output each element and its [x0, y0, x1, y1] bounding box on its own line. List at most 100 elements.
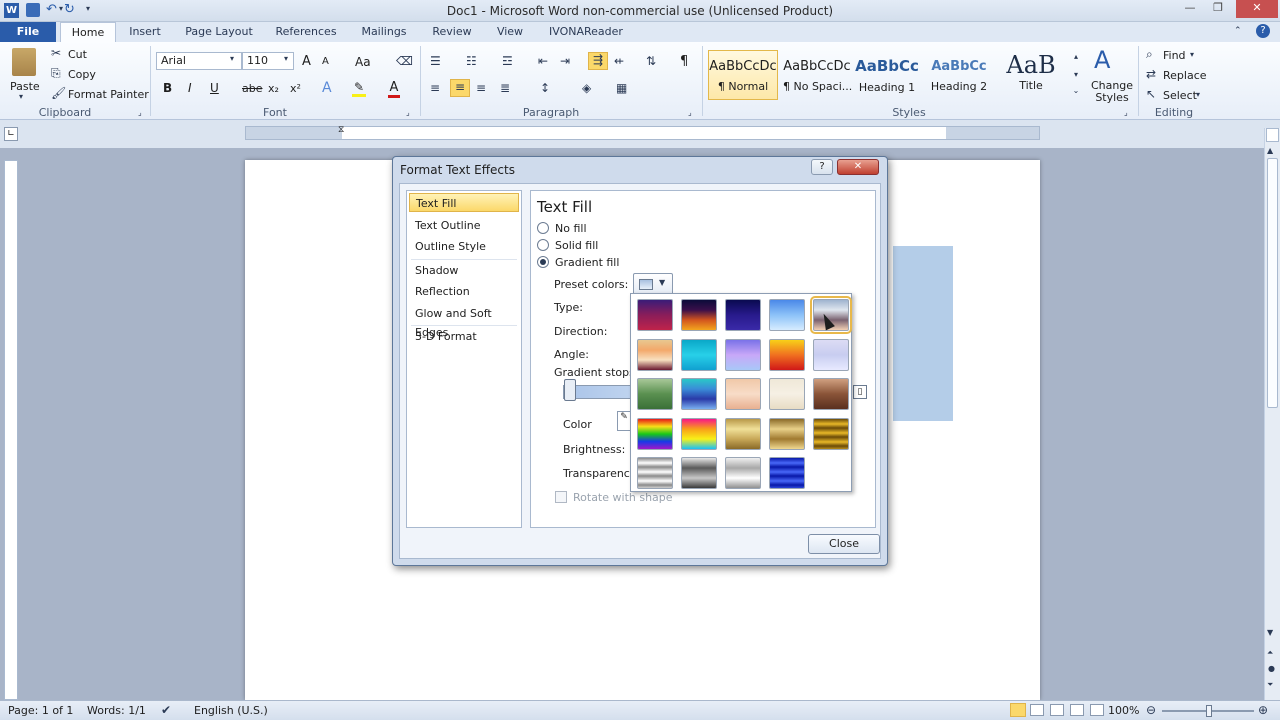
replace-icon[interactable]: ⇄	[1146, 67, 1156, 81]
paste-icon[interactable]	[12, 48, 36, 76]
select-icon[interactable]: ↖	[1146, 87, 1156, 101]
dialog-launcher-icon[interactable]: ⌟	[138, 108, 142, 117]
scroll-down-icon[interactable]: ▼	[1267, 628, 1273, 637]
preset-colors-dropdown[interactable]: ▼	[633, 273, 673, 295]
font-name-dropdown-icon[interactable]: ▾	[230, 54, 234, 63]
vertical-ruler[interactable]	[4, 160, 18, 700]
next-page-icon[interactable]: ⏷	[1267, 680, 1273, 690]
gradient-swatch[interactable]	[769, 417, 805, 450]
tab-selector-icon[interactable]: ∟	[4, 127, 18, 141]
zoom-out-icon[interactable]: ⊖	[1146, 703, 1156, 717]
close-window-button[interactable]: ✕	[1236, 0, 1278, 18]
proofing-icon[interactable]: ✔	[161, 703, 171, 717]
decrease-indent-icon[interactable]: ⇤	[538, 54, 548, 68]
gradient-swatch[interactable]	[637, 378, 673, 410]
select-dropdown-icon[interactable]: ▾	[1196, 90, 1200, 99]
align-left-icon[interactable]: ≡	[430, 81, 440, 95]
scroll-up-icon[interactable]: ▲	[1267, 146, 1273, 155]
paste-dropdown-icon[interactable]: ▾	[19, 92, 23, 101]
borders-icon[interactable]: ▦	[616, 81, 627, 95]
gradient-swatch[interactable]	[725, 338, 761, 371]
underline-button[interactable]: U	[210, 81, 219, 95]
align-center-icon[interactable]: ≡	[450, 79, 470, 97]
solid-fill-label[interactable]: Solid fill	[555, 239, 598, 252]
gradient-stop-handle[interactable]	[564, 379, 576, 401]
solid-fill-radio[interactable]	[537, 239, 549, 251]
gradient-swatch[interactable]	[813, 338, 849, 371]
tab-references[interactable]: References	[268, 22, 344, 42]
justify-icon[interactable]: ≣	[500, 81, 510, 95]
sort-icon[interactable]: ⇅	[646, 54, 656, 68]
web-layout-view-icon[interactable]	[1050, 704, 1064, 716]
horizontal-ruler[interactable]: ⧖	[245, 125, 1040, 140]
multilevel-list-icon[interactable]: ☲	[502, 54, 513, 68]
find-dropdown-icon[interactable]: ▾	[1190, 50, 1194, 59]
gradient-swatch[interactable]	[637, 338, 673, 371]
dialog-launcher-icon[interactable]: ⌟	[688, 108, 692, 117]
gradient-fill-radio[interactable]	[537, 256, 549, 268]
bold-button[interactable]: B	[163, 81, 172, 95]
tab-page-layout[interactable]: Page Layout	[180, 22, 258, 42]
page-count[interactable]: Page: 1 of 1	[8, 704, 73, 717]
styles-more-icon[interactable]: ⌄	[1070, 86, 1082, 95]
style-heading-2[interactable]: AaBbCc Heading 2	[924, 50, 994, 100]
replace-button[interactable]: Replace	[1163, 69, 1207, 82]
language-indicator[interactable]: English (U.S.)	[194, 704, 268, 717]
selected-text-highlight[interactable]	[893, 246, 953, 421]
ruler-toggle-icon[interactable]	[1266, 128, 1279, 142]
font-color-icon[interactable]: A	[388, 80, 400, 98]
nav-text-fill[interactable]: Text Fill	[409, 193, 519, 212]
strikethrough-button[interactable]: abe	[242, 82, 263, 95]
highlight-icon[interactable]: ✎	[352, 80, 366, 97]
change-styles-icon[interactable]: A	[1094, 46, 1110, 74]
print-layout-view-icon[interactable]	[1010, 703, 1026, 717]
cut-button[interactable]: Cut	[68, 48, 87, 61]
gradient-swatch[interactable]	[769, 338, 805, 371]
zoom-slider[interactable]	[1162, 705, 1254, 717]
select-button[interactable]: Select	[1163, 89, 1197, 102]
copy-button[interactable]: Copy	[68, 68, 96, 81]
increase-indent-icon[interactable]: ⇥	[560, 54, 570, 68]
nav-reflection[interactable]: Reflection	[409, 282, 519, 301]
minimize-button[interactable]: —	[1176, 0, 1204, 18]
change-styles-button[interactable]: Change Styles	[1090, 80, 1134, 104]
shrink-font-button[interactable]: A	[322, 56, 329, 67]
remove-stop-icon[interactable]: ▯	[853, 385, 867, 399]
vertical-scrollbar[interactable]: ▲ ▼ ⏶ ● ⏷	[1264, 128, 1280, 700]
dialog-close-x-button[interactable]: ✕	[837, 159, 879, 175]
close-button[interactable]: Close	[808, 534, 880, 554]
tab-ivonareader[interactable]: IVONAReader	[544, 22, 628, 42]
dialog-launcher-icon[interactable]: ⌟	[1124, 108, 1128, 117]
zoom-level[interactable]: 100%	[1108, 704, 1139, 717]
italic-button[interactable]: I	[188, 81, 192, 95]
ltr-icon[interactable]: ⇶	[588, 52, 608, 70]
gradient-swatch[interactable]	[725, 417, 761, 450]
tab-mailings[interactable]: Mailings	[354, 22, 414, 42]
cut-icon[interactable]: ✂	[51, 46, 61, 60]
word-count[interactable]: Words: 1/1	[87, 704, 146, 717]
grow-font-button[interactable]: A	[302, 54, 311, 69]
help-icon[interactable]: ?	[1256, 24, 1270, 38]
tab-view[interactable]: View	[490, 22, 530, 42]
styles-scroll-down-icon[interactable]: ▾	[1070, 70, 1082, 79]
bullets-icon[interactable]: ☰	[430, 54, 441, 68]
gradient-swatch[interactable]	[769, 378, 805, 410]
gradient-swatch[interactable]	[725, 457, 761, 489]
find-icon[interactable]: ⌕	[1146, 47, 1153, 62]
gradient-swatch[interactable]	[681, 338, 717, 371]
subscript-button[interactable]: x₂	[268, 82, 279, 95]
clear-formatting-icon[interactable]: ⌫	[396, 54, 413, 68]
dialog-launcher-icon[interactable]: ⌟	[406, 108, 410, 117]
gradient-fill-label[interactable]: Gradient fill	[555, 256, 619, 269]
full-screen-view-icon[interactable]	[1030, 704, 1044, 716]
zoom-slider-thumb[interactable]	[1206, 705, 1212, 717]
style-heading-1[interactable]: AaBbCc Heading 1	[852, 50, 922, 100]
style-normal[interactable]: AaBbCcDc ¶ Normal	[708, 50, 778, 100]
no-fill-radio[interactable]	[537, 222, 549, 234]
superscript-button[interactable]: x²	[290, 82, 301, 95]
nav-shadow[interactable]: Shadow	[409, 261, 519, 280]
gradient-swatch[interactable]	[637, 457, 673, 489]
dialog-help-button[interactable]: ?	[811, 159, 833, 175]
gradient-swatch[interactable]	[725, 378, 761, 410]
find-button[interactable]: Find	[1163, 49, 1186, 62]
